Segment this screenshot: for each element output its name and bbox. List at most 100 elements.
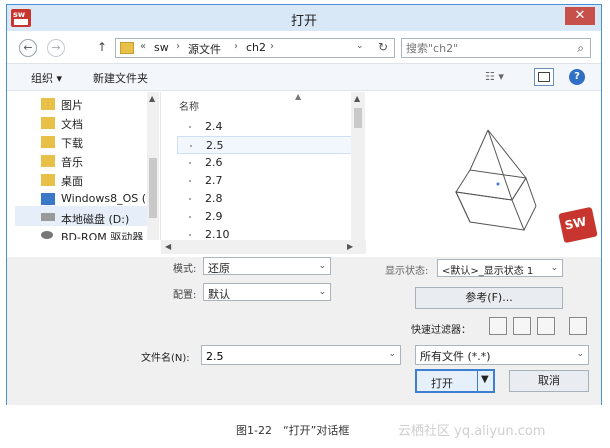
file-row[interactable]: 2.4 <box>177 118 355 136</box>
file-icon <box>189 126 191 128</box>
refresh-icon[interactable]: ↻ <box>378 40 388 54</box>
filter-parts-icon[interactable] <box>489 317 507 335</box>
scroll-thumb[interactable] <box>354 108 362 128</box>
filename-label: 文件名(N): <box>141 353 190 364</box>
figure-caption: 图1-22 “打开”对话框 云栖社区 yq.aliyun.com <box>0 418 610 439</box>
address-bar-row: ← → ↑ « sw › 源文件 › ch2 › ⌄ ↻ ⌕ <box>7 33 601 63</box>
file-type-select[interactable]: 所有文件 (*.*) ⌄ <box>415 345 589 365</box>
file-type-value: 所有文件 (*.*) <box>420 350 491 363</box>
filter-drawings-icon[interactable] <box>537 317 555 335</box>
chevron-down-icon: ⌄ <box>550 263 558 273</box>
file-name: 2.4 <box>205 120 223 133</box>
new-folder-button[interactable]: 新建文件夹 <box>93 70 148 86</box>
help-icon[interactable]: ? <box>569 69 585 85</box>
watermark: 云栖社区 yq.aliyun.com <box>398 424 546 439</box>
file-name: 2.9 <box>205 210 223 223</box>
file-icon <box>189 198 191 200</box>
optical-drive-icon <box>41 231 53 239</box>
address-box[interactable]: « sw › 源文件 › ch2 › ⌄ ↻ <box>115 38 395 58</box>
file-row[interactable]: 2.8 <box>177 190 355 208</box>
view-options-icon[interactable]: ☷ ▾ <box>485 70 504 83</box>
open-button[interactable]: 打开 ▼ <box>415 369 495 393</box>
file-row[interactable]: 2.10 <box>177 226 355 240</box>
file-name: 2.8 <box>205 192 223 205</box>
chevron-down-icon: ⌄ <box>576 349 584 359</box>
scroll-thumb[interactable] <box>149 158 157 218</box>
search-box[interactable]: ⌕ <box>401 38 591 58</box>
filter-top-level-assemblies-icon[interactable] <box>569 317 587 335</box>
filename-field[interactable]: ⌄ <box>201 345 401 365</box>
config-label: 配置: <box>173 290 197 301</box>
breadcrumb-separator: › <box>234 41 238 52</box>
desktop-icon <box>41 174 55 186</box>
nav-item-downloads[interactable]: 下载 <box>61 135 83 151</box>
documents-icon <box>41 117 55 129</box>
nav-item-documents[interactable]: 文档 <box>61 116 83 132</box>
mode-select[interactable]: 还原 ⌄ <box>203 257 331 275</box>
display-state-select[interactable]: <默认>_显示状态 1 ⌄ <box>437 259 563 277</box>
scroll-right-icon[interactable]: ▶ <box>347 242 353 251</box>
nav-item-desktop[interactable]: 桌面 <box>61 173 83 189</box>
pictures-icon <box>41 98 55 110</box>
mode-label: 模式: <box>173 264 197 275</box>
scroll-up-icon[interactable]: ▲ <box>149 94 155 103</box>
overflow-chevron[interactable]: « <box>140 41 146 52</box>
open-dialog: sw 打开 ✕ ← → ↑ « sw › 源文件 › ch2 › ⌄ ↻ ⌕ 组… <box>6 4 602 405</box>
back-button[interactable]: ← <box>19 39 37 57</box>
breadcrumb-ch2[interactable]: ch2 <box>246 41 266 54</box>
close-button[interactable]: ✕ <box>565 7 595 25</box>
breadcrumb-sw[interactable]: sw <box>154 41 169 54</box>
file-row[interactable]: 2.7 <box>177 172 355 190</box>
scroll-left-icon[interactable]: ◀ <box>165 242 171 251</box>
config-value: 默认 <box>208 288 230 301</box>
chevron-down-icon: ⌄ <box>318 261 326 271</box>
config-select[interactable]: 默认 ⌄ <box>203 283 331 301</box>
window-title: 打开 <box>290 14 317 29</box>
forward-button[interactable]: → <box>47 39 65 57</box>
references-button[interactable]: 参考(F)... <box>415 287 563 309</box>
preview-pane-toggle[interactable] <box>534 68 554 86</box>
file-row[interactable]: 2.9 <box>177 208 355 226</box>
breadcrumb-source-files[interactable]: 源文件 <box>188 41 221 57</box>
split-divider <box>477 371 478 391</box>
file-row-selected[interactable]: 2.5 <box>177 136 355 154</box>
nav-item-bd-rom[interactable]: BD-ROM 驱动器 <box>61 229 143 240</box>
file-list: 名称 ▲ 2.4 2.5 2.6 2.7 2.8 2.9 2.10 ▲ ◀ ▶ <box>160 92 366 254</box>
address-dropdown-icon[interactable]: ⌄ <box>356 41 364 51</box>
file-row[interactable]: 2.6 <box>177 154 355 172</box>
navigation-pane: 图片 文档 下载 音乐 桌面 Windows8_OS ( 本地磁盘 (D:) B… <box>7 92 159 240</box>
sort-ascending-icon: ▲ <box>295 92 302 101</box>
scroll-up-icon[interactable]: ▲ <box>354 94 360 103</box>
search-input[interactable] <box>406 41 566 55</box>
breadcrumb-separator: › <box>270 41 274 52</box>
open-button-label: 打开 <box>431 377 453 390</box>
column-header-name[interactable]: 名称 <box>179 98 199 113</box>
nav-item-pictures[interactable]: 图片 <box>61 97 83 113</box>
preview-pane: SW <box>366 92 601 257</box>
downloads-icon <box>41 136 55 148</box>
filename-input[interactable] <box>206 349 376 363</box>
preview-pane-icon <box>538 72 550 82</box>
nav-item-windows8-os[interactable]: Windows8_OS ( <box>61 192 146 205</box>
file-name: 2.6 <box>205 156 223 169</box>
up-folder-button[interactable]: ↑ <box>97 40 107 54</box>
file-list-scrollbar[interactable]: ▲ <box>351 92 365 240</box>
chevron-down-icon: ⌄ <box>318 287 326 297</box>
filter-assemblies-icon[interactable] <box>513 317 531 335</box>
file-icon <box>189 180 191 182</box>
file-name: 2.10 <box>205 228 230 240</box>
horizontal-scrollbar[interactable]: ◀ ▶ <box>161 240 366 254</box>
folder-icon <box>120 42 134 54</box>
search-icon[interactable]: ⌕ <box>577 41 584 56</box>
file-icon <box>190 145 192 147</box>
nav-item-music[interactable]: 音乐 <box>61 154 83 170</box>
file-name: 2.5 <box>206 139 224 152</box>
organize-button[interactable]: 组织 ▾ <box>31 70 62 86</box>
nav-item-local-disk-d[interactable]: 本地磁盘 (D:) <box>61 211 129 227</box>
chevron-down-icon[interactable]: ⌄ <box>388 349 396 359</box>
file-icon <box>189 216 191 218</box>
open-options-arrow-icon[interactable]: ▼ <box>481 374 489 385</box>
nav-scrollbar[interactable]: ▲ <box>147 92 159 240</box>
file-name: 2.7 <box>205 174 223 187</box>
cancel-button[interactable]: 取消 <box>509 370 589 392</box>
